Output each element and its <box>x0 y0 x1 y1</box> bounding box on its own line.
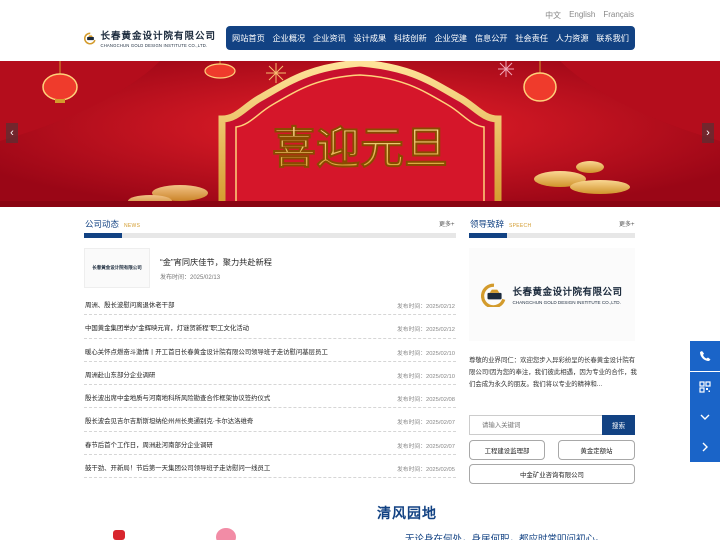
nav-hr[interactable]: 人力资源 <box>556 32 589 44</box>
list-item[interactable]: 中国黄金集团举办“金辉映元宵，灯谜贺新程”职工文化活动 发布时间：2025/02/… <box>84 315 456 339</box>
list-item[interactable]: 鼓干劲、开新局！节后第一天集团公司领导班子走访慰问一线员工 发布时间：2025/0… <box>84 455 456 479</box>
nav-disclosure[interactable]: 信息公开 <box>475 32 508 44</box>
chevron-down-icon <box>700 414 710 420</box>
page: 中文 English Français 长春黄金设计院有限公司 CHANGCHU… <box>0 0 720 540</box>
banner-prev-button[interactable]: ‹ <box>6 123 18 143</box>
lotus-icon <box>216 528 236 540</box>
news-date: 发布时间：2025/02/10 <box>397 350 455 357</box>
list-item[interactable]: 周洲赴山东部分企业调研 发布时间：2025/02/10 <box>84 362 456 386</box>
nav-design[interactable]: 设计成果 <box>353 32 386 44</box>
news-title[interactable]: 殷长波出席中金地质与河南地科所风险勘查合作框架协议签约仪式 <box>85 393 270 402</box>
thumbnail-logo-text: 长春黄金设计院有限公司 <box>92 266 142 271</box>
speech-more-link[interactable]: 更多+ <box>619 219 635 228</box>
speech-image-en: CHANGCHUN GOLD DESIGN INSTITUTE CO.,LTD. <box>512 300 621 305</box>
banner-next-button[interactable]: › <box>702 123 714 143</box>
list-item[interactable]: 殷长波会见吉尔吉斯斯坦纳伦州州长奥通别克·卡尔达洛维奇 发布时间：2025/02/… <box>84 408 456 432</box>
logo-mark-icon <box>481 283 506 307</box>
site-logo[interactable]: 长春黄金设计院有限公司 CHANGCHUN GOLD DESIGN INSTIT… <box>84 24 216 52</box>
news-more-link[interactable]: 更多+ <box>439 219 455 228</box>
featured-news-title[interactable]: “金”宵同庆佳节，聚力共赴新程 <box>160 256 272 268</box>
lang-chinese[interactable]: 中文 <box>545 10 561 21</box>
nav-party[interactable]: 企业党建 <box>434 32 467 44</box>
qrcode-icon <box>699 381 711 393</box>
news-date: 发布时间：2025/02/05 <box>397 467 455 474</box>
lang-english[interactable]: English <box>569 10 595 21</box>
language-switcher: 中文 English Français <box>545 10 634 21</box>
logo-chinese-name: 长春黄金设计院有限公司 <box>100 31 216 42</box>
news-date: 发布时间：2025/02/12 <box>397 327 455 334</box>
news-date: 发布时间：2025/02/07 <box>397 443 455 450</box>
featured-news-thumbnail[interactable]: 长春黄金设计院有限公司 <box>84 248 150 288</box>
news-section-underline <box>84 233 456 238</box>
news-section-header: 公司动态 NEWS <box>85 218 140 230</box>
list-item[interactable]: 殷长波出席中金地质与河南地科所风险勘查合作框架协议签约仪式 发布时间：2025/0… <box>84 385 456 409</box>
chevron-right-icon: › <box>706 127 710 139</box>
nav-home[interactable]: 网站首页 <box>232 32 265 44</box>
news-list: 周洲、殷长波慰问离退休老干部 发布时间：2025/02/12 中国黄金集团举办“金… <box>84 292 456 479</box>
news-date: 发布时间：2025/02/10 <box>397 373 455 380</box>
firework-icon <box>266 63 286 83</box>
news-date: 发布时间：2025/02/07 <box>397 420 455 427</box>
speech-image-cn: 长春黄金设计院有限公司 <box>512 287 623 298</box>
link-engineering-supervision[interactable]: 工程建设监理部 <box>469 440 545 460</box>
side-phone-button[interactable] <box>690 341 720 371</box>
chevron-right-icon <box>702 442 708 452</box>
nav-overview[interactable]: 企业概况 <box>272 32 305 44</box>
hero-banner[interactable]: 喜迎元旦 <box>0 61 720 207</box>
news-section-en: NEWS <box>124 223 141 229</box>
chevron-left-icon: ‹ <box>10 127 14 139</box>
lang-french[interactable]: Français <box>603 10 634 21</box>
nav-news[interactable]: 企业资讯 <box>313 32 346 44</box>
lantern-icon <box>113 530 125 540</box>
search-bar: 搜索 <box>469 415 635 435</box>
banner-artwork: 喜迎元旦 <box>0 61 720 207</box>
speech-image[interactable]: 长春黄金设计院有限公司 CHANGCHUN GOLD DESIGN INSTIT… <box>469 248 635 341</box>
side-down-button[interactable] <box>690 402 720 432</box>
speech-section-header: 领导致辞 SPEECH <box>470 218 531 230</box>
news-section-title[interactable]: 公司动态 <box>85 218 119 230</box>
news-title[interactable]: 鼓干劲、开新局！节后第一天集团公司领导班子走访慰问一线员工 <box>85 463 270 472</box>
news-date: 发布时间：2025/02/08 <box>397 397 455 404</box>
main-nav: 网站首页 企业概况 企业资讯 设计成果 科技创新 企业党建 信息公开 社会责任 … <box>226 26 635 50</box>
qingfeng-title: 清风园地 <box>377 506 437 522</box>
nav-responsibility[interactable]: 社会责任 <box>515 32 548 44</box>
qingfeng-subtitle: 无论身在何处，身居何职，都应时常叩问初心。 <box>405 534 605 540</box>
speech-section-en: SPEECH <box>509 223 532 229</box>
list-item[interactable]: 暖心关怀点燃奋斗激情丨开工首日长春黄金设计院有限公司领导班子走访慰问基层员工 发布… <box>84 339 456 362</box>
news-title[interactable]: 殷长波会见吉尔吉斯斯坦纳伦州州长奥通别克·卡尔达洛维奇 <box>85 416 253 425</box>
firework-icon <box>498 61 514 77</box>
news-title[interactable]: 暖心关怀点燃奋斗激情丨开工首日长春黄金设计院有限公司领导班子走访慰问基层员工 <box>85 347 328 356</box>
news-date: 发布时间：2025/02/12 <box>397 304 455 310</box>
search-input[interactable] <box>469 415 602 435</box>
logo-english-name: CHANGCHUN GOLD DESIGN INSTITUTE CO.,LTD. <box>100 43 208 48</box>
speech-section-underline <box>469 233 635 238</box>
featured-news-date: 发布时间：2025/02/13 <box>160 275 221 281</box>
side-right-button[interactable] <box>690 432 720 462</box>
link-gold-quota-station[interactable]: 黄金定额站 <box>558 440 635 460</box>
news-title[interactable]: 春节后首个工作日，周洲赴河南部分企业调研 <box>85 440 213 449</box>
news-title[interactable]: 周洲赴山东部分企业调研 <box>85 370 155 379</box>
link-mining-consulting[interactable]: 中金矿业咨询有限公司 <box>469 464 635 484</box>
banner-headline: 喜迎元旦 <box>272 123 448 174</box>
speech-excerpt: 尊敬的业界同仁：欢迎您步入异彩纷呈的长春黄金设计院有限公司!因为您的奉注，我们彼… <box>469 357 637 388</box>
logo-mark-icon <box>84 32 96 45</box>
speech-section-title[interactable]: 领导致辞 <box>470 218 504 230</box>
side-qrcode-button[interactable] <box>690 372 720 402</box>
news-title[interactable]: 中国黄金集团举办“金辉映元宵，灯谜贺新程”职工文化活动 <box>85 323 249 332</box>
list-item[interactable]: 春节后首个工作日，周洲赴河南部分企业调研 发布时间：2025/02/07 <box>84 432 456 456</box>
nav-innovation[interactable]: 科技创新 <box>394 32 427 44</box>
phone-icon <box>700 351 711 361</box>
list-item[interactable]: 周洲、殷长波慰问离退休老干部 发布时间：2025/02/12 <box>84 292 456 316</box>
search-button[interactable]: 搜索 <box>602 415 635 435</box>
nav-contact[interactable]: 联系我们 <box>596 32 629 44</box>
news-title[interactable]: 周洲、殷长波慰问离退休老干部 <box>85 300 174 309</box>
